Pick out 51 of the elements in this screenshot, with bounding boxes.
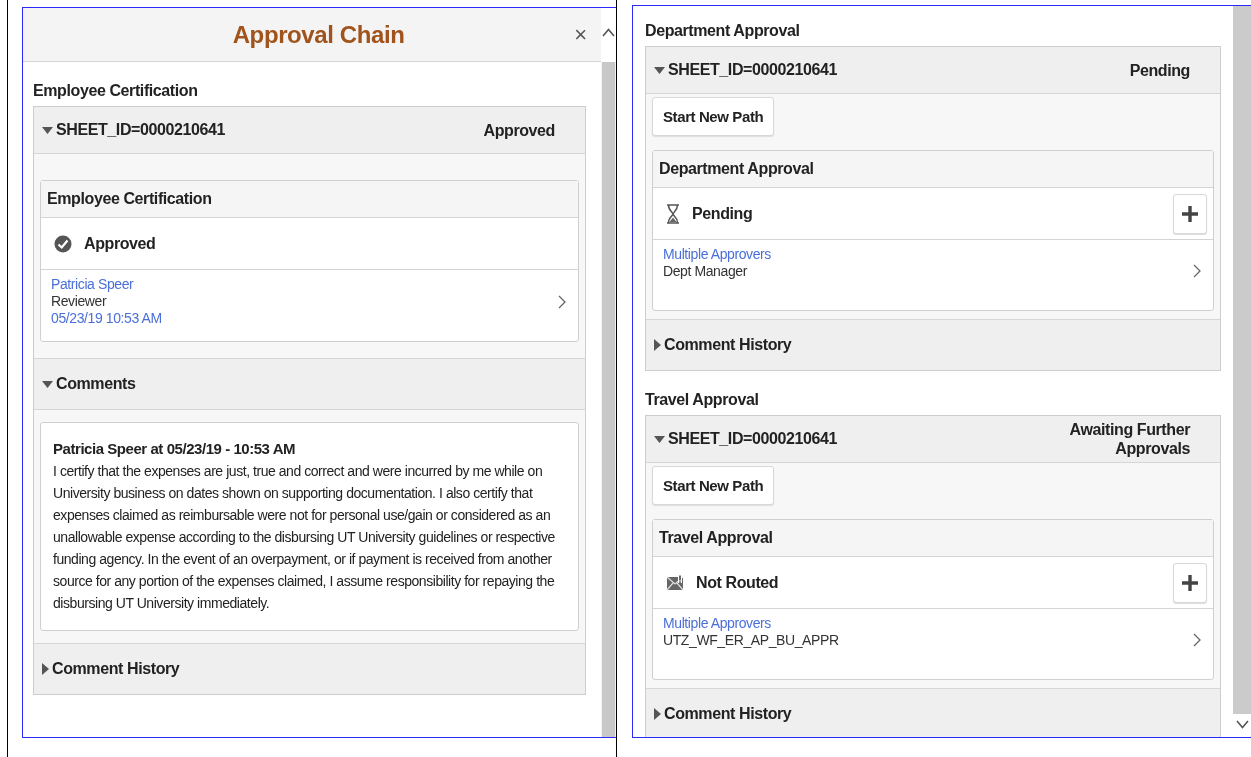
panel-title: Approval Chain <box>231 20 406 49</box>
chevron-right-icon[interactable] <box>1193 264 1201 278</box>
scrollbar-thumb[interactable] <box>602 62 615 737</box>
sheet-id-label[interactable]: SHEET_ID=0000210641 <box>668 430 837 448</box>
start-new-path-button[interactable]: Start New Path <box>652 97 775 136</box>
close-button[interactable]: × <box>574 21 587 48</box>
add-approver-button[interactable] <box>1173 562 1207 603</box>
sheet-status: Approved <box>483 120 555 140</box>
sheet-id-label[interactable]: SHEET_ID=0000210641 <box>56 121 225 139</box>
expand-triangle-icon[interactable] <box>42 663 49 675</box>
step-name: Travel Approval <box>653 520 1213 557</box>
approver-link[interactable]: Patricia Speer <box>51 276 134 293</box>
expand-triangle-icon[interactable] <box>654 708 661 720</box>
comments-label[interactable]: Comments <box>56 375 136 393</box>
approver-link[interactable]: Multiple Approvers <box>663 246 771 263</box>
plus-icon <box>1182 574 1198 591</box>
comment-author-line: Patricia Speer at 05/23/19 - 10:53 AM <box>53 439 296 459</box>
approval-date: 05/23/19 10:53 AM <box>51 310 162 327</box>
approver-role: Reviewer <box>51 293 107 310</box>
step-status: Not Routed <box>696 573 779 592</box>
comment-text: I certify that the expenses are just, true and correct and were incurred by me while on University business on dates shown on supporting documentation. I also certify that expenses claimed as reimbursable were not for personal use/gain or considered as an unallowable expense according to the disbursing UT University guidelines or respective funding agency. In the event of an overpayment, or if payment is received from another source for any portion of the expenses claimed, I assume responsibility for repaying the disbursing UT University immediately. <box>53 462 556 613</box>
sheet-status: Pending <box>1129 60 1190 80</box>
approver-row[interactable]: Patricia Speer Reviewer 05/23/19 10:53 AM <box>41 270 578 341</box>
collapse-triangle-icon[interactable] <box>42 126 53 134</box>
sheet-id-label[interactable]: SHEET_ID=0000210641 <box>668 61 837 79</box>
chevron-right-icon[interactable] <box>1193 633 1201 647</box>
comment-history-label[interactable]: Comment History <box>664 336 792 354</box>
plus-icon <box>1182 205 1198 222</box>
add-approver-button[interactable] <box>1173 193 1207 234</box>
expand-triangle-icon[interactable] <box>654 339 661 351</box>
approver-role: UTZ_WF_ER_AP_BU_APPR <box>663 632 839 649</box>
approver-row[interactable]: Multiple Approvers Dept Manager <box>653 240 1213 310</box>
chevron-right-icon[interactable] <box>558 294 566 309</box>
collapse-triangle-icon[interactable] <box>42 380 53 388</box>
step-name: Employee Certification <box>41 181 578 218</box>
approver-row[interactable]: Multiple Approvers UTZ_WF_ER_AP_BU_APPR <box>653 609 1213 679</box>
collapse-triangle-icon[interactable] <box>654 435 665 443</box>
step-status: Approved <box>84 234 156 253</box>
approver-link[interactable]: Multiple Approvers <box>663 615 771 632</box>
scrollbar-thumb[interactable] <box>1233 6 1251 714</box>
comment-history-label[interactable]: Comment History <box>52 660 180 678</box>
sheet-status: Awaiting Further Approvals <box>1068 420 1190 458</box>
approver-role: Dept Manager <box>663 263 747 280</box>
section-heading: Department Approval <box>645 21 801 41</box>
section-heading: Employee Certification <box>33 81 199 101</box>
section-heading: Travel Approval <box>645 390 760 410</box>
start-new-path-button[interactable]: Start New Path <box>652 466 775 505</box>
comment-history-label[interactable]: Comment History <box>664 705 792 723</box>
step-name: Department Approval <box>653 151 1213 188</box>
collapse-triangle-icon[interactable] <box>654 66 665 74</box>
step-status: Pending <box>692 204 753 223</box>
